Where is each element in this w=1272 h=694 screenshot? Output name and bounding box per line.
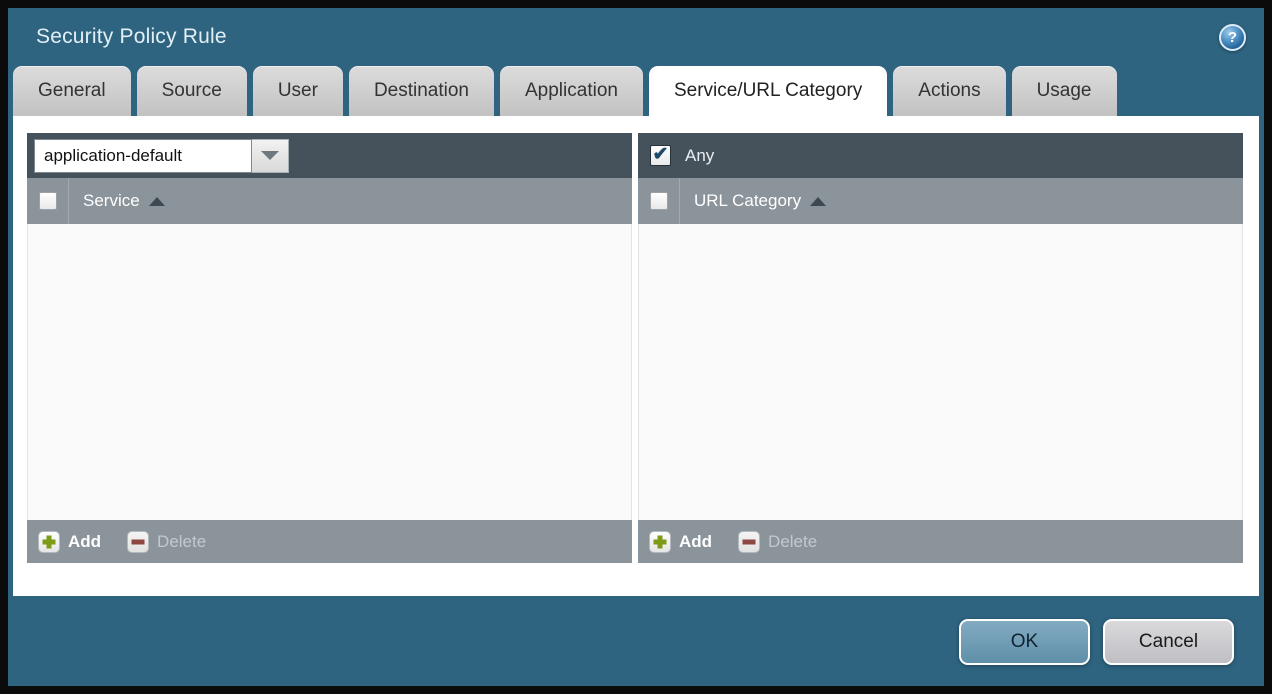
tab-user[interactable]: User	[253, 66, 343, 116]
cancel-button[interactable]: Cancel	[1103, 619, 1234, 665]
delete-minus-icon	[738, 531, 760, 553]
tab-bar: General Source User Destination Applicat…	[13, 66, 1264, 116]
service-panel-header: application-default	[27, 133, 632, 178]
tab-service-url-category[interactable]: Service/URL Category	[649, 66, 887, 116]
add-plus-icon	[649, 531, 671, 553]
tab-destination[interactable]: Destination	[349, 66, 494, 116]
url-category-table-body[interactable]	[638, 224, 1243, 520]
sort-ascending-icon	[149, 197, 165, 206]
any-checkbox-label: Any	[685, 146, 714, 166]
service-delete-button[interactable]: Delete	[127, 531, 206, 553]
service-column-label: Service	[83, 191, 140, 211]
service-select-all-checkbox[interactable]	[39, 192, 57, 210]
service-select-all-cell	[27, 178, 69, 224]
url-category-column-label: URL Category	[694, 191, 801, 211]
tab-content: application-default Service	[13, 116, 1259, 596]
service-type-dropdown-value[interactable]: application-default	[34, 139, 252, 173]
url-category-select-all-checkbox[interactable]	[650, 192, 668, 210]
tab-usage[interactable]: Usage	[1012, 66, 1117, 116]
url-category-select-all-cell	[638, 178, 680, 224]
service-add-label: Add	[68, 532, 101, 552]
service-panel-footer: Add Delete	[27, 520, 632, 563]
tab-source[interactable]: Source	[137, 66, 247, 116]
url-category-delete-label: Delete	[768, 532, 817, 552]
security-policy-rule-dialog: Security Policy Rule ? General Source Us…	[0, 0, 1272, 694]
url-category-panel-footer: Add Delete	[638, 520, 1243, 563]
service-type-dropdown-button[interactable]	[252, 139, 289, 173]
check-mark-icon: ✔	[653, 145, 669, 164]
help-icon[interactable]: ?	[1219, 24, 1246, 51]
sort-ascending-icon	[810, 197, 826, 206]
service-panel: application-default Service	[27, 133, 632, 563]
any-checkbox-row: ✔ Any	[645, 145, 714, 166]
tab-application[interactable]: Application	[500, 66, 643, 116]
delete-minus-icon	[127, 531, 149, 553]
service-type-dropdown[interactable]: application-default	[34, 139, 289, 173]
chevron-down-icon	[261, 151, 279, 160]
service-delete-label: Delete	[157, 532, 206, 552]
service-table-body[interactable]	[27, 224, 632, 520]
add-plus-icon	[38, 531, 60, 553]
tab-actions[interactable]: Actions	[893, 66, 1005, 116]
dialog-actions: OK Cancel	[959, 619, 1234, 665]
url-category-add-label: Add	[679, 532, 712, 552]
ok-button[interactable]: OK	[959, 619, 1090, 665]
titlebar: Security Policy Rule ?	[8, 8, 1264, 66]
service-add-button[interactable]: Add	[38, 531, 101, 553]
service-column-header[interactable]: Service	[83, 191, 165, 211]
any-checkbox[interactable]: ✔	[650, 145, 671, 166]
url-category-panel-header: ✔ Any	[638, 133, 1243, 178]
url-category-panel: ✔ Any URL Category	[638, 133, 1243, 563]
url-category-column-header[interactable]: URL Category	[694, 191, 826, 211]
panels-container: application-default Service	[27, 133, 1243, 563]
service-table-header: Service	[27, 178, 632, 224]
dialog-title: Security Policy Rule	[36, 25, 227, 49]
url-category-table-header: URL Category	[638, 178, 1243, 224]
tab-general[interactable]: General	[13, 66, 131, 116]
url-category-add-button[interactable]: Add	[649, 531, 712, 553]
url-category-delete-button[interactable]: Delete	[738, 531, 817, 553]
